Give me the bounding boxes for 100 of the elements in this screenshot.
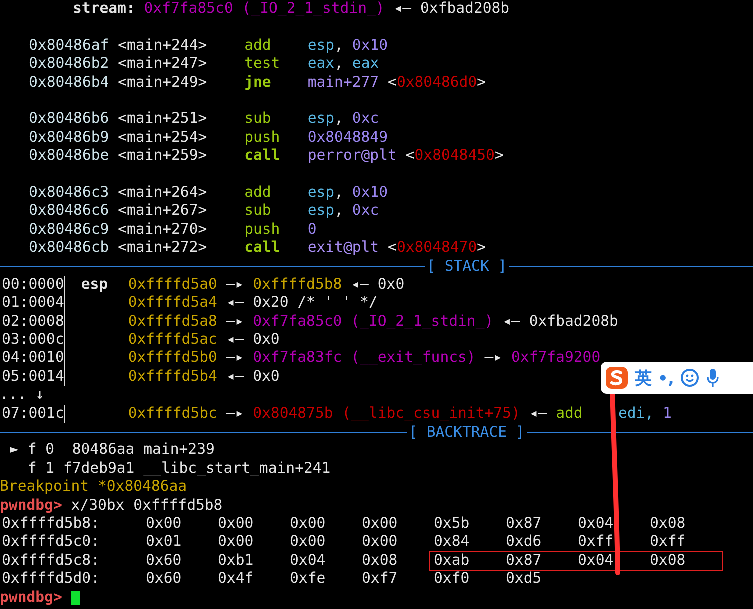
instruction-operands: exit@plt <0x8048470> (308, 239, 486, 258)
instruction-operands: main+277 <0x80486d0> (308, 74, 486, 92)
memory-byte: 0x00 (362, 514, 399, 534)
stream-value-chain: 0xf7fa85c0 (_IO_2_1_stdin_) ◂— 0xfbad208b (144, 0, 510, 18)
instruction-mnemonic: sub (244, 110, 272, 129)
instruction-offset: <main+254> (118, 128, 208, 148)
instruction-operands: 0 (308, 220, 317, 240)
instruction-mnemonic: call (244, 147, 282, 166)
memory-byte: 0x5b (434, 514, 471, 534)
command-text: x/30bx 0xffffd5b8 (71, 496, 223, 515)
memory-byte: 0xd5 (506, 570, 543, 589)
stack-value-chain: 0xffffd5b0 —▸ 0xf7fa83fc (__exit_funcs) —▸ 0xf7fa9200 (128, 349, 601, 368)
memory-byte: 0xf7 (362, 570, 399, 589)
memory-byte: 0x87 (506, 514, 543, 534)
instruction-offset: <main+244> (118, 36, 208, 56)
stack-value-chain: 0xffffd5b4 ◂— 0x0 (128, 368, 280, 386)
memory-byte: 0x84 (434, 533, 471, 552)
shell-prompt: pwndbg> (0, 588, 62, 607)
memory-byte: 0x08 (362, 552, 399, 570)
instruction-offset: <main+249> (118, 74, 208, 92)
instruction-operands: perror@plt <0x8048450> (308, 147, 504, 166)
memory-byte: 0x4f (218, 570, 255, 589)
instruction-operands: eax, eax (308, 55, 380, 74)
instruction-address: 0x80486c9 (28, 220, 110, 240)
backtrace-header: [ BACKTRACE ] (408, 424, 526, 441)
instruction-operands: 0x8048849 (308, 128, 388, 148)
stack-offset: 00:0000 (0, 276, 66, 294)
stack-offset: 02:0008 (0, 312, 66, 332)
memory-byte: 0x00 (218, 514, 255, 534)
microphone-icon[interactable] (706, 368, 720, 388)
backtrace-frame: f 0 80486aa main+239 (28, 441, 215, 460)
memory-byte: 0x00 (290, 514, 327, 534)
instruction-mnemonic: push (244, 220, 282, 240)
instruction-mnemonic: sub (244, 202, 272, 221)
memory-byte: 0x87 (506, 552, 543, 570)
memory-byte: 0xfe (290, 570, 327, 589)
instruction-operands: esp, 0x10 (308, 184, 388, 202)
memory-byte: 0xff (578, 533, 615, 552)
input-mode-toggle[interactable]: 英 (635, 366, 652, 390)
stack-value-chain: 0xffffd5a0 —▸ 0xffffd5b8 ◂— 0x0 (128, 276, 405, 294)
instruction-mnemonic: call (244, 239, 282, 258)
stream-label: stream: (73, 0, 136, 18)
instruction-offset: <main+272> (118, 239, 208, 258)
memory-address: 0xffffd5c8: (2, 552, 101, 570)
ime-logo-icon (605, 366, 629, 390)
register-label: esp (81, 276, 108, 293)
memory-byte: 0x08 (650, 514, 687, 534)
memory-byte: 0x08 (650, 552, 687, 570)
instruction-address: 0x80486c6 (28, 202, 110, 221)
memory-address: 0xffffd5d0: (2, 570, 101, 589)
instruction-operands: esp, 0x10 (308, 36, 388, 56)
stack-offset: 01:0004 (0, 294, 66, 313)
memory-address: 0xffffd5c0: (2, 533, 101, 552)
instruction-operands: esp, 0xc (308, 202, 380, 221)
memory-address: 0xffffd5b8: (2, 514, 101, 534)
current-frame-marker: ► (10, 441, 19, 458)
memory-byte: 0x00 (362, 533, 399, 552)
instruction-mnemonic: jne (244, 74, 272, 92)
instruction-address: 0x80486cb (28, 239, 110, 258)
memory-byte: 0x00 (146, 514, 183, 534)
instruction-mnemonic: add (244, 184, 272, 202)
stack-ellipsis: ... ↓ (0, 386, 45, 405)
memory-byte: 0x00 (218, 533, 255, 552)
instruction-address: 0x80486b9 (28, 128, 110, 148)
stack-offset: 03:000c (0, 331, 66, 350)
memory-byte: 0xd6 (506, 533, 543, 552)
memory-byte: 0xff (650, 533, 687, 552)
punctuation-toggle[interactable]: •, (658, 368, 674, 388)
shell-prompt: pwndbg> (0, 496, 62, 515)
instruction-address: 0x80486be (28, 147, 110, 166)
instruction-address: 0x80486b6 (28, 110, 110, 129)
memory-byte: 0x04 (290, 552, 327, 570)
instruction-offset: <main+251> (118, 110, 208, 129)
instruction-operands: esp, 0xc (308, 110, 380, 129)
backtrace-frame: f 1 f7deb9a1 __libc_start_main+241 (28, 460, 331, 478)
breakpoint-message: Breakpoint *0x80486aa (0, 478, 188, 497)
memory-byte: 0x04 (578, 514, 615, 534)
stack-header: [ STACK ] (426, 258, 508, 276)
instruction-mnemonic: add (244, 36, 272, 56)
smiley-icon[interactable] (680, 368, 700, 388)
memory-byte: 0xf0 (434, 570, 471, 589)
instruction-offset: <main+247> (118, 55, 208, 74)
stack-value-chain: 0xffffd5a4 ◂— 0x20 /* ' ' */ (128, 294, 378, 313)
instruction-address: 0x80486c3 (28, 184, 110, 202)
instruction-offset: <main+259> (118, 147, 208, 166)
stack-value-chain: 0xffffd5a8 —▸ 0xf7fa85c0 (_IO_2_1_stdin_) ◂— 0xfbad208b (128, 312, 618, 332)
memory-byte: 0x01 (146, 533, 183, 552)
instruction-offset: <main+267> (118, 202, 208, 221)
stack-offset: 05:0014 (0, 368, 66, 386)
instruction-offset: <main+270> (118, 220, 208, 240)
instruction-address: 0x80486af (28, 36, 110, 56)
memory-byte: 0x04 (578, 552, 615, 570)
stack-value-chain: 0xffffd5bc —▸ 0x804875b (__libc_csu_init+75) ◂— add edi, 1 (128, 404, 672, 423)
memory-byte: 0xb1 (218, 552, 255, 570)
memory-byte: 0xab (434, 552, 471, 570)
memory-byte: 0x60 (146, 570, 183, 589)
stack-offset: 07:001c (0, 404, 66, 423)
stack-offset: 04:0010 (0, 349, 66, 368)
instruction-offset: <main+264> (118, 184, 208, 202)
instruction-mnemonic: test (244, 55, 282, 74)
